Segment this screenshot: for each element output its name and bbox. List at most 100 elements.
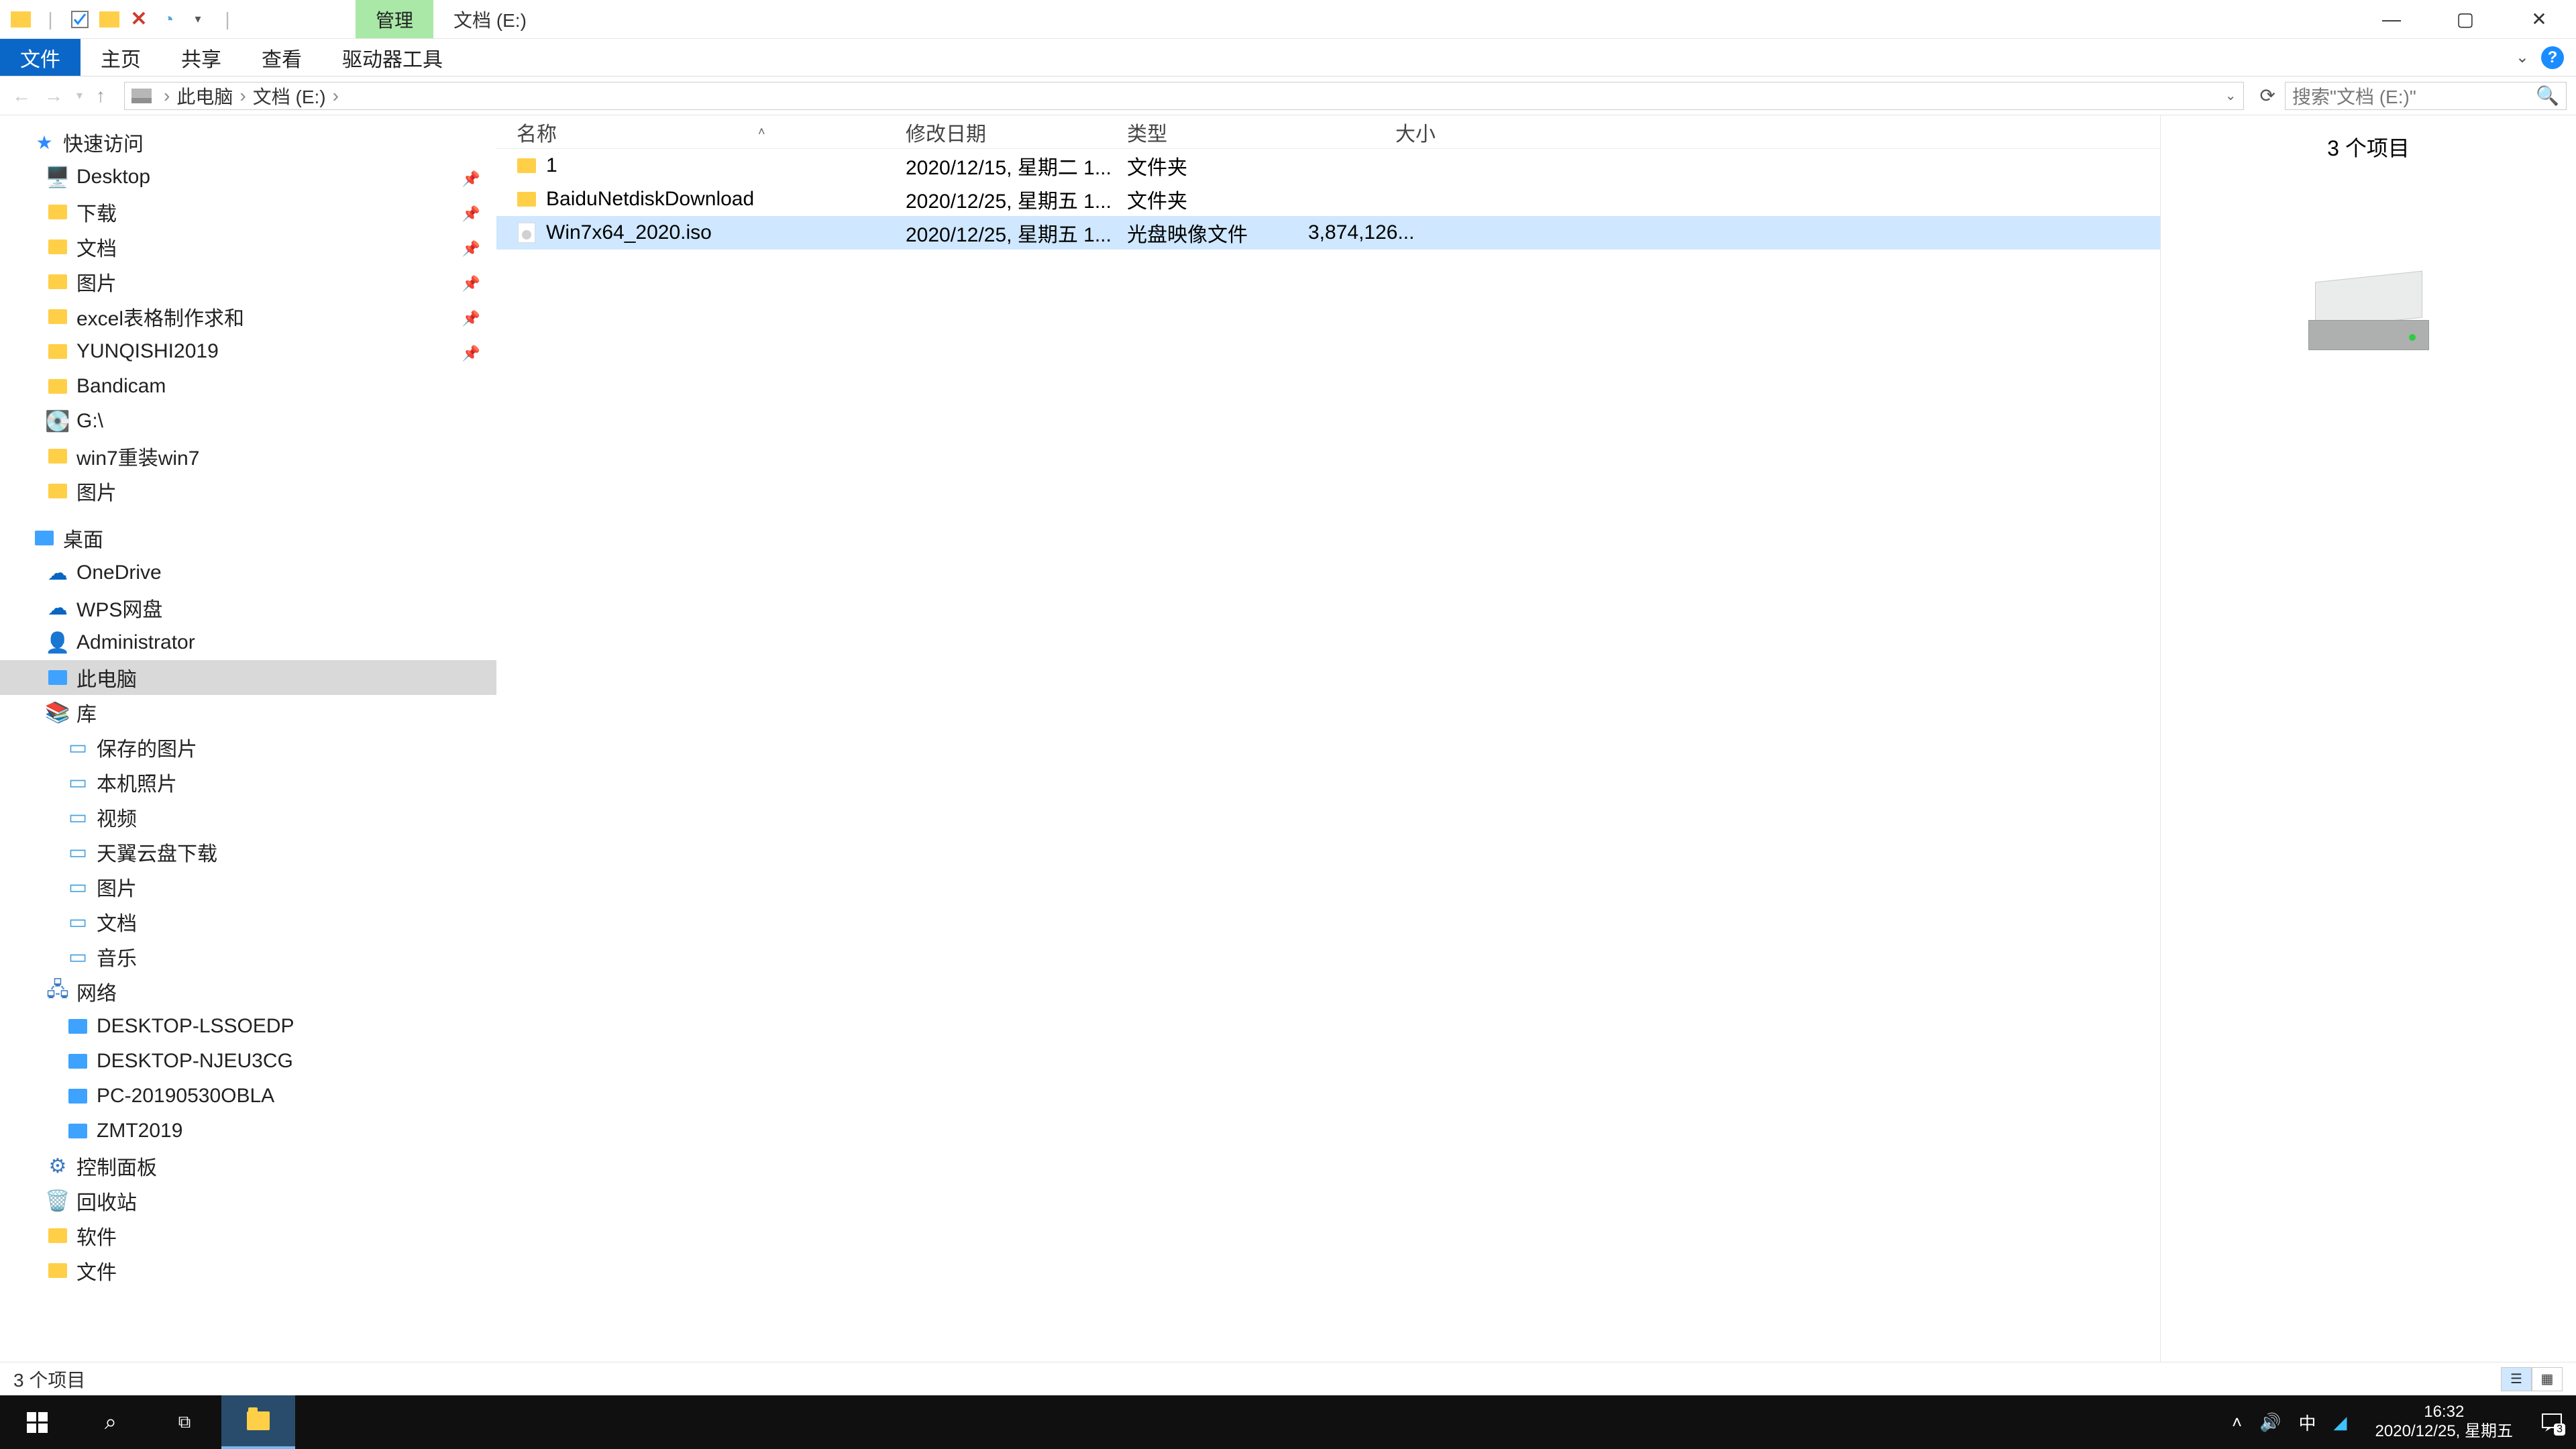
nav-lib-video[interactable]: ▭视频	[0, 800, 496, 835]
nav-control-panel[interactable]: ⚙控制面板	[0, 1148, 496, 1183]
volume-icon[interactable]: 🔊	[2259, 1412, 2281, 1433]
close-button[interactable]: ✕	[2502, 0, 2576, 38]
nav-qa-pictures[interactable]: 图片📌	[0, 264, 496, 299]
folder-icon	[47, 1225, 68, 1246]
folder-icon	[47, 201, 68, 223]
breadcrumb-bar[interactable]: › 此电脑 › 文档 (E:) › ⌄	[124, 82, 2243, 110]
nav-label: G:\	[76, 410, 103, 433]
nav-lib-localpics[interactable]: ▭本机照片	[0, 765, 496, 800]
tab-drive-tools[interactable]: 驱动器工具	[322, 39, 463, 76]
qat-delete-icon[interactable]: ✕	[127, 8, 150, 31]
qat-dropdown-icon[interactable]: ▾	[186, 8, 209, 31]
nav-label: 图片	[76, 476, 117, 506]
file-row[interactable]: Win7x64_2020.iso 2020/12/25, 星期五 1... 光盘…	[496, 216, 2160, 250]
nav-software[interactable]: 软件	[0, 1218, 496, 1253]
nav-lib-savedpics[interactable]: ▭保存的图片	[0, 730, 496, 765]
clock-time: 16:32	[2375, 1403, 2513, 1422]
tab-file[interactable]: 文件	[0, 39, 80, 76]
nav-up-icon[interactable]: ↑	[96, 85, 105, 107]
nav-qa-win7[interactable]: win7重装win7	[0, 439, 496, 474]
crumb-root[interactable]: 此电脑	[176, 83, 233, 109]
tab-home[interactable]: 主页	[80, 39, 161, 76]
qat-checkbox-icon[interactable]	[68, 8, 91, 31]
nav-qa-downloads[interactable]: 下载📌	[0, 195, 496, 229]
nav-label: YUNQISHI2019	[76, 340, 219, 363]
tray-app-icon[interactable]: ◢	[2334, 1412, 2347, 1433]
nav-label: 回收站	[76, 1186, 137, 1216]
start-button[interactable]	[0, 1395, 74, 1449]
col-size[interactable]: 大小	[1308, 117, 1449, 147]
search-icon[interactable]: 🔍	[2536, 85, 2559, 107]
col-name[interactable]: 名称˄	[517, 117, 906, 147]
col-date[interactable]: 修改日期	[906, 117, 1127, 147]
maximize-button[interactable]: ▢	[2428, 0, 2502, 38]
crumb-current[interactable]: 文档 (E:)	[253, 83, 326, 109]
navigation-pane[interactable]: ★ 快速访问 🖥️Desktop📌 下载📌 文档📌 图片📌 excel表格制作求…	[0, 115, 496, 1362]
nav-net-1[interactable]: DESKTOP-LSSOEDP	[0, 1009, 496, 1044]
help-icon[interactable]: ?	[2541, 46, 2564, 69]
tray-overflow-icon[interactable]: ˄	[2232, 1412, 2242, 1433]
nav-files[interactable]: 文件	[0, 1253, 496, 1288]
search-input[interactable]: 搜索"文档 (E:)" 🔍	[2285, 82, 2567, 110]
nav-quick-access[interactable]: ★ 快速访问	[0, 125, 496, 160]
tab-view[interactable]: 查看	[241, 39, 322, 76]
qat-newfolder-icon[interactable]	[98, 8, 121, 31]
nav-qa-bandicam[interactable]: Bandicam	[0, 369, 496, 404]
crumb-chevron-icon[interactable]: ›	[233, 85, 252, 107]
nav-label: Desktop	[76, 166, 150, 189]
nav-lib-music[interactable]: ▭音乐	[0, 939, 496, 974]
nav-qa-yunqishi[interactable]: YUNQISHI2019 📌	[0, 334, 496, 369]
nav-qa-excel[interactable]: excel表格制作求和📌	[0, 299, 496, 334]
minimize-button[interactable]: —	[2355, 0, 2428, 38]
nav-onedrive[interactable]: ☁OneDrive	[0, 555, 496, 590]
ime-indicator[interactable]: 中	[2299, 1410, 2316, 1435]
details-view-button[interactable]: ☰	[2501, 1367, 2532, 1391]
nav-history-dropdown-icon[interactable]: ▾	[76, 89, 83, 103]
nav-recycle[interactable]: 🗑️回收站	[0, 1183, 496, 1218]
nav-admin[interactable]: 👤Administrator	[0, 625, 496, 660]
context-tab-manage[interactable]: 管理	[356, 0, 433, 38]
nav-desktop[interactable]: 桌面	[0, 521, 496, 555]
nav-network[interactable]: 🖧网络	[0, 974, 496, 1009]
refresh-icon[interactable]: ⟳	[2251, 85, 2285, 107]
nav-lib-docs[interactable]: ▭文档	[0, 904, 496, 939]
crumb-chevron-icon[interactable]: ›	[157, 85, 176, 107]
tab-share[interactable]: 共享	[161, 39, 241, 76]
file-date: 2020/12/25, 星期五 1...	[906, 218, 1127, 248]
ribbon-expand-icon[interactable]: ⌄	[2516, 48, 2529, 67]
nav-lib-pictures[interactable]: ▭图片	[0, 869, 496, 904]
nav-net-4[interactable]: ZMT2019	[0, 1114, 496, 1148]
nav-label: DESKTOP-LSSOEDP	[97, 1015, 294, 1038]
task-view-button[interactable]: ⧉	[148, 1395, 221, 1449]
col-type[interactable]: 类型	[1127, 117, 1308, 147]
user-icon: 👤	[47, 632, 68, 653]
nav-wps[interactable]: ☁WPS网盘	[0, 590, 496, 625]
nav-net-2[interactable]: DESKTOP-NJEU3CG	[0, 1044, 496, 1079]
nav-back-icon[interactable]: ←	[12, 85, 31, 107]
nav-qa-pictures2[interactable]: 图片	[0, 474, 496, 508]
thumbnails-view-button[interactable]: ▦	[2532, 1367, 2563, 1391]
taskbar-file-explorer[interactable]	[221, 1395, 295, 1449]
nav-libraries[interactable]: 📚库	[0, 695, 496, 730]
file-row[interactable]: 1 2020/12/15, 星期二 1... 文件夹	[496, 149, 2160, 182]
col-name-label: 名称	[517, 117, 557, 147]
status-bar: 3 个项目 ☰ ▦	[0, 1362, 2576, 1395]
nav-this-pc[interactable]: 此电脑	[0, 660, 496, 695]
nav-forward-icon[interactable]: →	[44, 85, 63, 107]
nav-qa-gdrive[interactable]: 💽G:\	[0, 404, 496, 439]
search-button[interactable]: ⌕	[74, 1395, 148, 1449]
crumb-chevron-icon[interactable]: ›	[326, 85, 345, 107]
qat-properties-icon[interactable]: ◔	[157, 8, 180, 31]
control-panel-icon: ⚙	[47, 1155, 68, 1177]
file-row[interactable]: BaiduNetdiskDownload 2020/12/25, 星期五 1..…	[496, 182, 2160, 216]
nav-qa-documents[interactable]: 文档📌	[0, 229, 496, 264]
lib-icon: ▭	[67, 771, 89, 793]
nav-net-3[interactable]: PC-20190530OBLA	[0, 1079, 496, 1114]
nav-qa-desktop[interactable]: 🖥️Desktop📌	[0, 160, 496, 195]
pin-icon: 📌	[462, 345, 480, 362]
taskbar-clock[interactable]: 16:32 2020/12/25, 星期五	[2365, 1403, 2524, 1442]
file-list[interactable]: 名称˄ 修改日期 类型 大小 1 2020/12/15, 星期二 1... 文件…	[496, 115, 2160, 1362]
action-center-icon[interactable]: 3	[2541, 1411, 2563, 1433]
nav-lib-tianyi[interactable]: ▭天翼云盘下载	[0, 835, 496, 869]
addr-dropdown-icon[interactable]: ⌄	[2225, 87, 2237, 104]
